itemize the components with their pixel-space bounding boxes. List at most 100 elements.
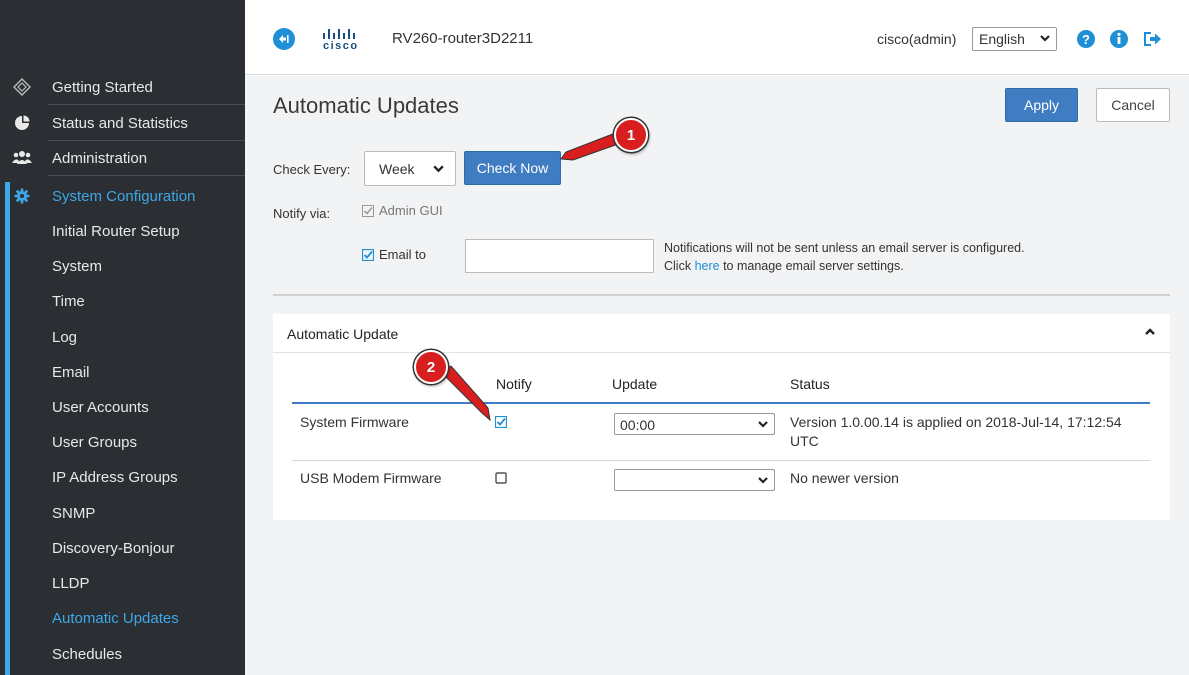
update-select-usb-modem-firmware[interactable] <box>614 469 775 491</box>
sidebar-item-label: System Configuration <box>52 188 196 205</box>
info-icon[interactable] <box>1109 29 1129 49</box>
sidebar-subitem-label: Schedules <box>52 646 123 663</box>
column-header-update: Update <box>612 376 658 392</box>
checkbox-checked-disabled-icon <box>362 204 374 217</box>
chevron-up-icon[interactable] <box>1144 326 1156 338</box>
sidebar-subitem-label: User Groups <box>52 434 138 451</box>
sidebar-subitem-lldp[interactable]: LLDP <box>0 567 245 602</box>
router-name: RV260-router3D2211 <box>392 30 534 47</box>
email-note: Notifications will not be sent unless an… <box>664 239 1025 275</box>
help-icon[interactable]: ? <box>1076 29 1096 49</box>
apply-button[interactable]: Apply <box>1005 88 1078 122</box>
sidebar-subitem-log[interactable]: Log <box>0 321 245 356</box>
sidebar-subitem-email[interactable]: Email <box>0 356 245 391</box>
language-select[interactable]: English <box>972 27 1057 51</box>
logout-icon[interactable] <box>1142 29 1162 49</box>
sidebar-subitem-label: IP Address Groups <box>52 469 178 486</box>
language-select-value: English <box>979 31 1025 47</box>
row-divider <box>292 460 1150 461</box>
email-note-click-text: Click <box>664 259 695 273</box>
status-system-firmware: Version 1.0.00.14 is applied on 2018-Jul… <box>790 413 1122 451</box>
check-every-select[interactable]: Week <box>364 151 456 186</box>
sidebar-subitem-label: Log <box>52 329 78 346</box>
sidebar-subitem-label: SNMP <box>52 505 96 522</box>
admin-gui-label: Admin GUI <box>379 203 443 218</box>
current-user: cisco(admin) <box>877 31 957 47</box>
annotation-callout-2: 2 <box>414 350 448 384</box>
section-divider <box>273 294 1170 296</box>
sidebar-subitem-time[interactable]: Time <box>0 285 245 320</box>
sidebar-item-label: Getting Started <box>52 79 153 96</box>
update-select-value: 00:00 <box>620 417 656 433</box>
getting-started-icon <box>12 77 32 97</box>
sidebar-subitem-label: System <box>52 258 103 275</box>
sidebar: Getting Started Status and Statistics Ad… <box>0 0 245 675</box>
column-header-notify: Notify <box>496 376 532 392</box>
sidebar-subitem-snmp[interactable]: SNMP <box>0 497 245 532</box>
svg-text:?: ? <box>1082 32 1090 47</box>
chevron-down-icon <box>433 165 444 173</box>
automatic-update-panel: Automatic Update Notify Update Status Sy… <box>273 314 1170 520</box>
status-line: UTC <box>790 433 819 449</box>
row-name-system-firmware: System Firmware <box>300 414 409 430</box>
notify-via-label: Notify via: <box>273 206 331 221</box>
status-line: Version 1.0.00.14 is applied on 2018-Jul… <box>790 414 1122 430</box>
top-bar: cisco RV260-router3D2211 cisco(admin) En… <box>245 0 1189 75</box>
sidebar-item-label: Status and Statistics <box>52 115 188 132</box>
notify-checkbox-usb-modem-firmware[interactable] <box>495 472 507 484</box>
sidebar-subitem-label: Discovery-Bonjour <box>52 540 175 557</box>
panel-title: Automatic Update <box>287 326 399 342</box>
email-note-line1: Notifications will not be sent unless an… <box>664 241 1025 255</box>
users-icon <box>12 148 32 168</box>
sidebar-subitem-user-groups[interactable]: User Groups <box>0 426 245 461</box>
email-settings-link[interactable]: here <box>695 259 720 273</box>
cisco-brand-text: cisco <box>323 40 359 52</box>
row-name-usb-modem-firmware: USB Modem Firmware <box>300 470 442 486</box>
sidebar-item-status-and-statistics[interactable]: Status and Statistics <box>0 106 245 141</box>
column-header-status: Status <box>790 376 830 392</box>
email-to-label: Email to <box>379 247 426 262</box>
email-note-line2: Click here to manage email server settin… <box>664 257 1025 275</box>
collapse-sidebar-icon[interactable] <box>273 28 295 50</box>
admin-gui-option: Admin GUI <box>362 203 443 218</box>
chevron-down-icon <box>1040 35 1050 42</box>
notify-checkbox-system-firmware[interactable] <box>495 416 507 428</box>
sidebar-subitem-user-accounts[interactable]: User Accounts <box>0 391 245 426</box>
sidebar-subitem-label: Initial Router Setup <box>52 223 180 240</box>
update-select-system-firmware[interactable]: 00:00 <box>614 413 775 435</box>
sidebar-subitem-label: LLDP <box>52 575 90 592</box>
sidebar-item-administration[interactable]: Administration <box>0 141 245 176</box>
check-every-label: Check Every: <box>273 162 351 177</box>
email-to-option[interactable]: Email to <box>362 247 426 262</box>
sidebar-subitem-label: Automatic Updates <box>52 610 179 627</box>
sidebar-subitem-initial-router-setup[interactable]: Initial Router Setup <box>0 215 245 250</box>
page-title: Automatic Updates <box>273 93 459 118</box>
check-every-value: Week <box>379 161 415 177</box>
sidebar-subitem-discovery-bonjour[interactable]: Discovery-Bonjour <box>0 532 245 567</box>
email-note-rest-text: to manage email server settings. <box>719 259 904 273</box>
chevron-down-icon <box>758 477 768 484</box>
main-content: Automatic Updates Apply Cancel Check Eve… <box>245 76 1189 675</box>
sidebar-subitem-label: User Accounts <box>52 399 149 416</box>
check-now-button[interactable]: Check Now <box>464 151 561 185</box>
chevron-down-icon <box>758 421 768 428</box>
sidebar-subitem-automatic-updates[interactable]: Automatic Updates <box>0 602 245 637</box>
sidebar-item-getting-started[interactable]: Getting Started <box>0 70 245 105</box>
status-usb-modem-firmware: No newer version <box>790 469 899 488</box>
cancel-button[interactable]: Cancel <box>1096 88 1170 122</box>
panel-header[interactable]: Automatic Update <box>273 314 1170 353</box>
email-field[interactable] <box>465 239 654 273</box>
checkbox-checked-icon[interactable] <box>362 248 374 261</box>
sidebar-item-label: Administration <box>52 150 148 167</box>
pie-chart-icon <box>12 113 32 133</box>
table-header-line <box>292 402 1150 404</box>
sidebar-item-system-configuration[interactable]: System Configuration <box>0 179 245 214</box>
status-line: No newer version <box>790 470 899 486</box>
sidebar-subitem-label: Time <box>52 293 85 310</box>
annotation-callout-1: 1 <box>614 118 648 152</box>
sidebar-subitem-label: Email <box>52 364 90 381</box>
sidebar-subitem-schedules[interactable]: Schedules <box>0 638 245 673</box>
sidebar-subitem-ip-address-groups[interactable]: IP Address Groups <box>0 461 245 496</box>
gear-icon <box>12 186 32 206</box>
sidebar-subitem-system[interactable]: System <box>0 250 245 285</box>
